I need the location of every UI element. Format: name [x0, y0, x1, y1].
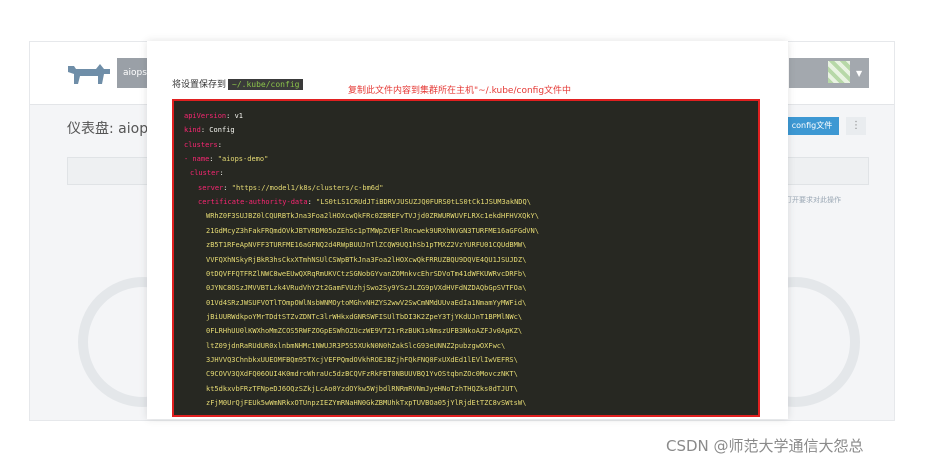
code-line: C9COVV3QXdFQ06OUI4K0mdrcWhraUc5dzBCQVFzR… [206, 370, 518, 379]
yaml-value: 0FLRHhUU0lKWXhoMmZCOS5RWFZOGpESWhOZUczWE… [206, 327, 523, 336]
yaml-value: WRhZ0F3SUJBZ0lCQURBTkJna3Foa2lHOXcwQkFRc… [206, 212, 539, 221]
yaml-value: C9COVV3QXdFQ06OUI4K0mdrcWhraUc5dzBCQVFzR… [206, 370, 518, 379]
yaml-value: ltZ09jdnRaRUdUR0xlnbmNHMc1NWUJR3P5S5XUkN… [206, 341, 506, 350]
kubeconfig-button[interactable]: config文件 [785, 117, 839, 135]
code-line: zB5T1RFeApNVFF3TURFME16aGFNQ2d4RWpBUUJnT… [206, 241, 526, 250]
yaml-key: - name [184, 155, 210, 164]
environment-selector[interactable]: aiops [117, 58, 151, 88]
more-options-button[interactable]: ⋮ [846, 117, 866, 135]
code-line: jBiUURWdkpoYMrTDdtSTZvZDNTc3lrWHkxdGNRSW… [206, 313, 522, 322]
yaml-value: 01Vd4SRzJWSUFVOTlTOmpOWlNsbWNMOytoMGhvNH… [206, 298, 527, 307]
code-line: 01Vd4SRzJWSUFVOTlTOmpOWlNsbWNMOytoMGhvNH… [206, 299, 526, 308]
code-line: cluster: [190, 169, 224, 178]
yaml-value: Config [209, 126, 235, 135]
yaml-value: 0JYNC8OSzJMVVBTLzk4VRudVhY2t2GamFVUzhjSw… [206, 284, 527, 293]
yaml-value: zFjM0UrQjFEUk5wWmNRkxOTUnpzIEZYmRNaHN0Gk… [206, 399, 527, 407]
yaml-value: 3JHVVQ3ChnbkxUUEOMFBQm95TXcjVEFPQmdOVkhR… [206, 355, 518, 364]
yaml-key: cluster [190, 169, 220, 178]
avatar[interactable] [828, 61, 850, 83]
yaml-value: zB5T1RFeApNVFF3TURFME16aGFNQ2d4RWpBUUJnT… [206, 241, 527, 250]
chevron-down-icon: ▼ [856, 69, 863, 78]
save-instruction: 将设置保存到 ~/.kube/config [172, 77, 304, 90]
code-line: apiVersion: v1 [184, 112, 244, 120]
rancher-logo-icon [68, 64, 110, 84]
kubeconfig-code-block[interactable]: apiVersion: v1 kind: Config clusters: - na… [172, 99, 760, 417]
yaml-key: clusters [184, 140, 218, 149]
page-title: 仪表盘: aiops [67, 121, 156, 137]
code-line: 0FLRHhUU0lKWXhoMmZCOS5RWFZOGpESWhOZUczWE… [206, 327, 522, 336]
yaml-key: apiVersion [184, 112, 227, 120]
side-link[interactable]: 打开要求对此操作 [785, 195, 841, 205]
yaml-key: server [198, 183, 224, 192]
code-line: 0JYNC8OSzJMVVBTLzk4VRudVhY2t2GamFVUzhjSw… [206, 284, 526, 293]
code-line: ltZ09jdnRaRUdUR0xlnbmNHMc1NWUJR3P5S5XUkN… [206, 342, 505, 351]
code-line: 3JHVVQ3ChnbkxUUEOMFBQm95TXcjVEFPQmdOVkhR… [206, 356, 518, 365]
save-path: ~/.kube/config [228, 79, 304, 90]
code-line: certificate-authority-data: "LS0tLS1CRUd… [198, 198, 531, 207]
code-line: clusters: [184, 140, 222, 149]
code-line: VVFQXhNSkyRjBkR3hsCkxXTmhNSUlCSWpBTkJna3… [206, 256, 526, 265]
yaml-value: 21GdMcyZ3hFakFRQmdOVkJBTVRDM05oZEhSc1pTM… [206, 226, 539, 235]
yaml-value: "https://model1/k8s/clusters/c-bm6d" [231, 183, 384, 192]
code-line: zFjM0UrQjFEUk5wWmNRkxOTUnpzIEZYmRNaHN0Gk… [206, 399, 526, 408]
watermark: CSDN @师范大学通信大怨总 [666, 437, 864, 455]
code-line: 0tDQVFFQTFRZlNWC8weEUwQXRqRmUKVCtzSGNobG… [206, 270, 526, 279]
yaml-value: jBiUURWdkpoYMrTDdtSTZvZDNTc3lrWHkxdGNRSW… [206, 312, 523, 321]
annotation-note: 复制此文件内容到集群所在主机"~/.kube/config文件中 [348, 86, 572, 96]
save-prefix: 将设置保存到 [172, 80, 227, 90]
kubeconfig-modal: 将设置保存到 ~/.kube/config 复制此文件内容到集群所在主机"~/.k… [147, 41, 788, 419]
code-line: kind: Config [184, 126, 235, 135]
code-line: server: "https://model1/k8s/clusters/c-b… [198, 183, 384, 192]
code-line: WRhZ0F3SUJBZ0lCQURBTkJna3Foa2lHOXcwQkFRc… [206, 212, 539, 221]
yaml-value: v1 [234, 112, 244, 120]
yaml-value: kt5dkxvbFRzTFNpeDJ6OQzSZkjLcAo0YzdOYkw5W… [206, 384, 518, 393]
code-line: 21GdMcyZ3hFakFRQmdOVkJBTVRDM05oZEhSc1pTM… [206, 227, 539, 236]
code-line: kt5dkxvbFRzTFNpeDJ6OQzSZkjLcAo0YzdOYkw5W… [206, 385, 518, 394]
yaml-value: 0tDQVFFQTFRZlNWC8weEUwQXRqRmUKVCtzSGNobG… [206, 269, 527, 278]
yaml-key: certificate-authority-data [198, 198, 308, 207]
code-line: - name: "aiops-demo" [184, 155, 269, 164]
yaml-value: "LS0tLS1CRUdJTiBDRVJUSUZJQ0FURS0tLS0tCk1… [316, 198, 531, 207]
yaml-value: VVFQXhNSkyRjBkR3hsCkxXTmhNSUlCSWpBTkJna3… [206, 255, 527, 264]
yaml-value: "aiops-demo" [217, 155, 269, 164]
yaml-key: kind [184, 126, 201, 135]
